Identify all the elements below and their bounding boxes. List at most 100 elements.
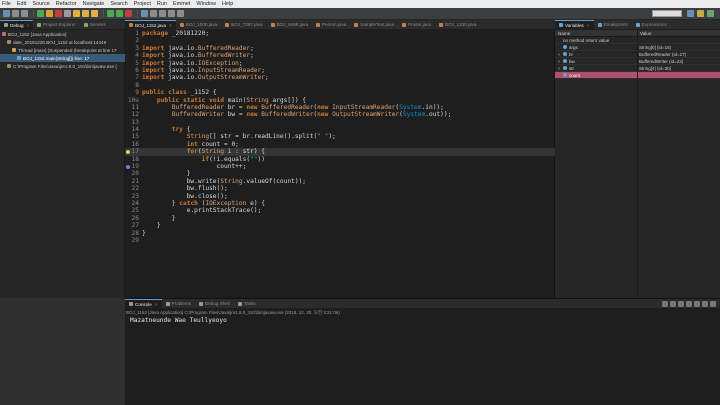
debug-tree-item[interactable]: Thread [main] (Suspended (breakpoint at … bbox=[0, 46, 125, 54]
editor-tab-3[interactable]: BOJ_8498.java bbox=[267, 20, 312, 29]
variables-view-tab-2[interactable]: Expressions bbox=[632, 20, 671, 29]
editor-tab-7[interactable]: BOJ_1330.java bbox=[435, 20, 480, 29]
menu-file[interactable]: File bbox=[2, 1, 11, 7]
forward-icon[interactable] bbox=[177, 10, 184, 17]
back-icon[interactable] bbox=[168, 10, 175, 17]
disconnect-icon[interactable] bbox=[64, 10, 71, 17]
expand-icon[interactable]: > bbox=[555, 52, 563, 57]
breakpoint-icon[interactable] bbox=[126, 164, 130, 169]
step-over-icon[interactable] bbox=[82, 10, 89, 17]
console-output[interactable]: Mazatneunde Wae Teullyeoyo bbox=[130, 317, 227, 324]
suspend-icon[interactable] bbox=[46, 10, 53, 17]
code-line[interactable]: 7 import java.io.OutputStreamWriter; bbox=[125, 74, 555, 81]
code-line[interactable]: 1 package _20181220; bbox=[125, 30, 555, 37]
breakpoint-icon[interactable] bbox=[126, 149, 130, 154]
editor-tab-2[interactable]: BOJ_7287.java bbox=[221, 20, 266, 29]
close-icon[interactable]: × bbox=[155, 302, 158, 307]
menu-help[interactable]: Help bbox=[222, 1, 233, 7]
menu-source[interactable]: Source bbox=[32, 1, 49, 7]
debug-view-tab-2[interactable]: Servers bbox=[80, 20, 110, 29]
code-line[interactable]: 19 count++; bbox=[125, 163, 555, 170]
terminate-icon[interactable] bbox=[662, 301, 668, 307]
code-line[interactable]: 12 BufferedWriter bw = new BufferedWrite… bbox=[125, 111, 555, 118]
menu-emmet[interactable]: Emmet bbox=[173, 1, 190, 7]
minimize-icon[interactable] bbox=[710, 301, 716, 307]
console-view-tab-3[interactable]: Tasks bbox=[234, 299, 260, 308]
code-line[interactable]: 5 import java.io.IOException; bbox=[125, 60, 555, 67]
debug-tree-item[interactable]: date_20181220.BOJ_1152 at localhost:1444… bbox=[0, 38, 125, 46]
open-type-icon[interactable] bbox=[141, 10, 148, 17]
new-icon[interactable] bbox=[3, 10, 10, 17]
code-line[interactable]: 2 bbox=[125, 37, 555, 44]
save-icon[interactable] bbox=[12, 10, 19, 17]
column-header-name[interactable]: Name bbox=[555, 30, 637, 36]
editor-tab-4[interactable]: Person.java bbox=[312, 20, 350, 29]
java-ee-perspective-icon[interactable] bbox=[697, 10, 704, 17]
debug-tree-item[interactable]: BOJ_1152.main(String[]) line: 17 bbox=[0, 54, 125, 62]
code-line[interactable]: 18 if(!i.equals("")) bbox=[125, 156, 555, 163]
code-line[interactable]: 22 bw.flush(); bbox=[125, 185, 555, 192]
editor-tab-6[interactable]: Printer.java bbox=[398, 20, 435, 29]
code-line[interactable]: 20 } bbox=[125, 170, 555, 177]
code-line[interactable]: 27 } bbox=[125, 222, 555, 229]
editor-tab-1[interactable]: BOJ_1000.java bbox=[176, 20, 221, 29]
debug-tree-item[interactable]: BOJ_1152 [Java Application] bbox=[0, 30, 125, 38]
variables-view-tab-0[interactable]: Variables × bbox=[555, 20, 594, 29]
save-all-icon[interactable] bbox=[21, 10, 28, 17]
code-line[interactable]: 14 try { bbox=[125, 126, 555, 133]
code-line[interactable]: 28} bbox=[125, 230, 555, 237]
code-line[interactable]: 10⊖ public static void main(String args[… bbox=[125, 97, 555, 104]
code-area[interactable]: 1 package _20181220; 2 3 import java.io.Buff… bbox=[125, 30, 555, 298]
code-line[interactable]: 16 int count = 0; bbox=[125, 141, 555, 148]
code-line[interactable]: 29 bbox=[125, 237, 555, 244]
resume-icon[interactable] bbox=[37, 10, 44, 17]
expand-icon[interactable]: > bbox=[555, 66, 563, 71]
debug-perspective-icon[interactable] bbox=[707, 10, 714, 17]
step-return-icon[interactable] bbox=[91, 10, 98, 17]
debug-view-tab-0[interactable]: Debug × bbox=[0, 20, 34, 29]
code-line[interactable]: 25 e.printStackTrace(); bbox=[125, 207, 555, 214]
code-line[interactable]: 15 String[] str = br.readLine().split(" … bbox=[125, 133, 555, 140]
code-line[interactable]: 26 } bbox=[125, 215, 555, 222]
console-view-tab-1[interactable]: Problems bbox=[162, 299, 195, 308]
console-view-tab-2[interactable]: Debug Shell bbox=[195, 299, 234, 308]
terminate-icon[interactable] bbox=[55, 10, 62, 17]
scroll-lock-icon[interactable] bbox=[686, 301, 692, 307]
editor-tab-0[interactable]: BOJ_1152.java × bbox=[125, 20, 176, 29]
open-perspective-icon[interactable] bbox=[687, 10, 694, 17]
menu-edit[interactable]: Edit bbox=[17, 1, 26, 7]
editor-tab-5[interactable]: SampleTest.java bbox=[350, 20, 398, 29]
code-line[interactable]: 24 } catch (IOException e) { bbox=[125, 200, 555, 207]
debug-tree-item[interactable]: C:\Program Files\Java\jre1.8.0_191\bin\j… bbox=[0, 62, 125, 70]
variables-view-tab-1[interactable]: Breakpoints bbox=[594, 20, 632, 29]
quick-access-field[interactable] bbox=[652, 10, 682, 17]
menu-refactor[interactable]: Refactor bbox=[56, 1, 77, 7]
external-tools-icon[interactable] bbox=[125, 10, 132, 17]
expand-icon[interactable]: > bbox=[555, 59, 563, 64]
code-line[interactable]: 23 bw.close(); bbox=[125, 193, 555, 200]
search-icon[interactable] bbox=[150, 10, 157, 17]
close-icon[interactable]: × bbox=[169, 23, 172, 28]
code-line[interactable]: 13 bbox=[125, 119, 555, 126]
code-line[interactable]: 21 bw.write(String.valueOf(count)); bbox=[125, 178, 555, 185]
close-icon[interactable]: × bbox=[27, 23, 30, 28]
annotation-next-icon[interactable] bbox=[159, 10, 166, 17]
menu-navigate[interactable]: Navigate bbox=[83, 1, 105, 7]
code-line[interactable]: 17 for(String i : str) { bbox=[125, 148, 555, 156]
menu-project[interactable]: Project bbox=[134, 1, 151, 7]
code-line[interactable]: 4 import java.io.BufferedWriter; bbox=[125, 52, 555, 59]
open-console-icon[interactable] bbox=[702, 301, 708, 307]
clear-console-icon[interactable] bbox=[678, 301, 684, 307]
debug-icon[interactable] bbox=[107, 10, 114, 17]
remove-launch-icon[interactable] bbox=[670, 301, 676, 307]
menu-search[interactable]: Search bbox=[110, 1, 127, 7]
menu-window[interactable]: Window bbox=[196, 1, 216, 7]
console-view-tab-0[interactable]: Console × bbox=[125, 299, 162, 308]
code-line[interactable]: 9 public class _1152 { bbox=[125, 89, 555, 96]
column-header-value[interactable]: Value bbox=[637, 30, 720, 36]
close-icon[interactable]: × bbox=[587, 23, 590, 28]
pin-console-icon[interactable] bbox=[694, 301, 700, 307]
code-line[interactable]: 11 BufferedReader br = new BufferedReade… bbox=[125, 104, 555, 111]
debug-view-tab-1[interactable]: Project Explorer bbox=[33, 20, 80, 29]
run-icon[interactable] bbox=[116, 10, 123, 17]
